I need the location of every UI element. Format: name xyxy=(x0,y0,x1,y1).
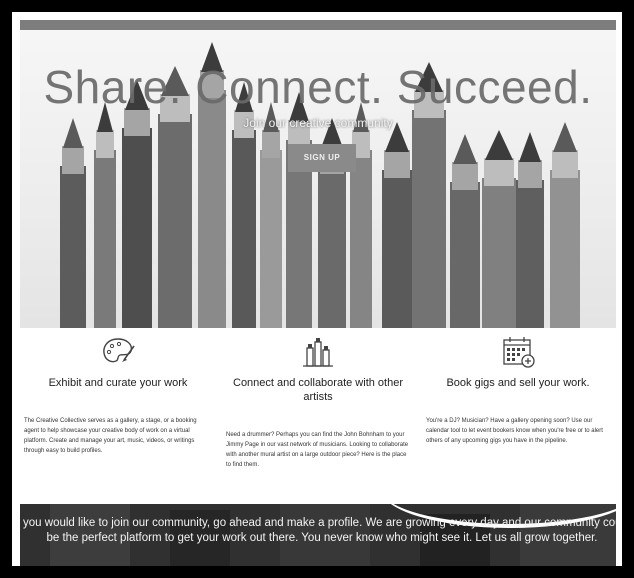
feature-text: You're a DJ? Musician? Have a gallery op… xyxy=(426,418,603,444)
signup-button[interactable]: SIGN UP xyxy=(288,144,356,172)
paintbrush xyxy=(550,122,580,328)
paintbrush xyxy=(260,102,282,328)
feature-title: Exhibit and curate your work xyxy=(48,377,188,389)
paintbrush xyxy=(450,134,480,328)
palette-icon xyxy=(103,338,135,363)
hero-title: Share. Connect. Succeed. xyxy=(43,61,593,113)
feature-text: The Creative Collective serves as a gall… xyxy=(24,418,197,454)
bottom-banner: If you would like to join our community,… xyxy=(20,504,616,566)
paint-tubes-icon xyxy=(303,338,333,367)
hero-subtitle: Join our creative community xyxy=(243,116,393,130)
paintbrush xyxy=(94,102,116,328)
hero-section: Share. Connect. Succeed. Join our creati… xyxy=(20,30,616,328)
paintbrush xyxy=(516,132,544,328)
features-section: Exhibit and curate your work The Creativ… xyxy=(20,328,616,504)
feature-title: Book gigs and sell your work. xyxy=(446,377,590,389)
paintbrush xyxy=(60,118,86,328)
page-frame: Share. Connect. Succeed. Join our creati… xyxy=(12,12,622,566)
banner-text: If you would like to join our community,… xyxy=(20,517,616,544)
feature-title: Connect and collaborate with other artis… xyxy=(233,377,403,403)
paintbrush xyxy=(482,130,516,328)
paintbrush xyxy=(350,102,372,328)
feature-text: Need a drummer? Perhaps you can find the… xyxy=(226,432,409,468)
top-nav-bar xyxy=(20,20,616,30)
calendar-icon xyxy=(503,337,535,368)
paintbrush xyxy=(382,122,412,328)
